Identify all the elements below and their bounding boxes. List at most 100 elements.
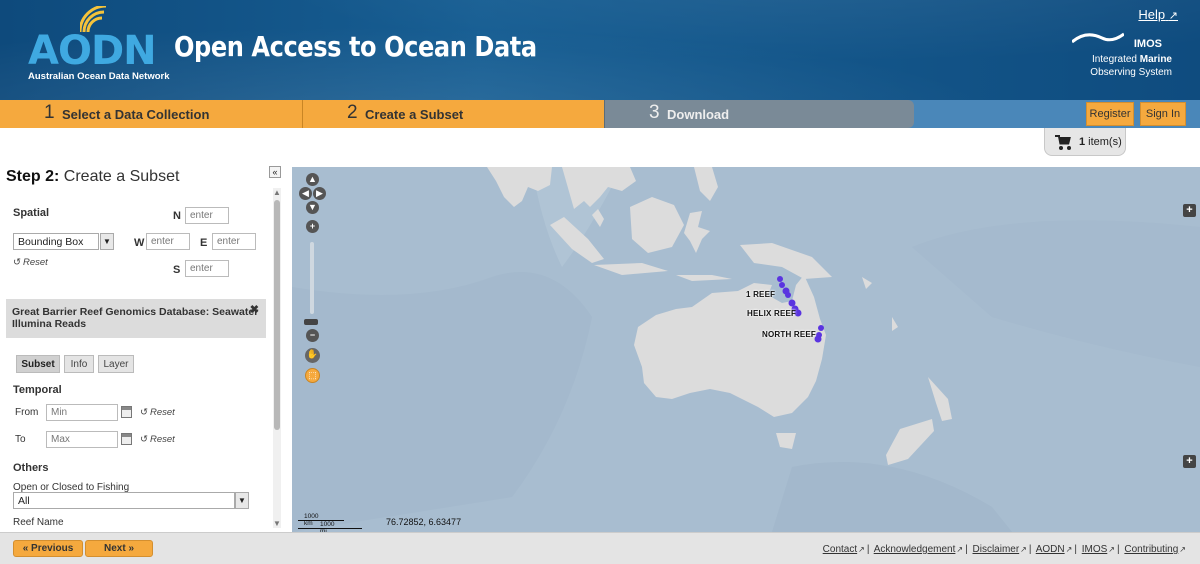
tab-subset[interactable]: Subset [16,355,60,373]
cart-button[interactable]: 1 item(s) [1044,128,1126,156]
pan-right-icon[interactable]: ▶ [313,187,326,200]
mouse-coordinates: 76.72852, 6.63477 [386,517,462,527]
cart-count: 1 [1079,135,1086,148]
step-label: Select a Data Collection [62,106,210,122]
west-input[interactable]: enter [146,233,190,250]
reset-icon: ↺ [13,257,21,268]
external-link-icon: ↗ [858,545,865,554]
scroll-thumb[interactable] [274,200,280,430]
fishing-select[interactable]: All [13,492,235,509]
step-label: Download [667,106,730,122]
spatial-reset-link[interactable]: ↺ Reset [13,257,48,268]
reef-label: NORTH REEF [762,330,816,339]
step-number: 3 [649,102,660,123]
tab-layer[interactable]: Layer [98,355,134,373]
others-label: Others [13,462,49,474]
south-label: S [173,264,181,276]
collection-header: Great Barrier Reef Genomics Database: Se… [6,299,266,338]
step-number: 1 [44,102,55,123]
north-input[interactable]: enter [185,207,229,224]
external-link-icon: ↗ [1179,545,1186,554]
imos-line1: Integrated Marine [1092,54,1172,65]
south-input[interactable]: enter [185,260,229,277]
site-header: AODN Australian Ocean Data Network Open … [0,0,1200,100]
pan-left-icon[interactable]: ◀ [299,187,312,200]
east-label: E [200,237,208,249]
date-to-input[interactable]: Max [46,431,118,448]
cart-icon [1055,134,1073,150]
subset-panel: Step 2: Create a Subset « ▲ ▼ Spatial N … [0,160,290,532]
overview-map-icon[interactable]: + [1183,455,1196,468]
footer-link-aodn[interactable]: AODN [1036,544,1065,555]
reef-name-label: Reef Name [13,517,64,528]
external-link-icon: ↗ [1065,545,1073,554]
panel-title-text: Create a Subset [63,168,180,185]
aodn-logo[interactable]: AODN Australian Ocean Data Network [28,6,170,84]
east-input[interactable]: enter [212,233,256,250]
box-select-icon[interactable]: ⬚ [305,368,320,383]
external-link-icon: ↗ [1168,10,1178,22]
zoom-in-icon[interactable]: + [306,220,319,233]
close-icon[interactable]: ✖ [250,304,259,316]
panel-scrollbar[interactable]: ▲ ▼ [273,188,281,528]
layer-switcher-icon[interactable]: + [1183,204,1196,217]
spatial-mode-select[interactable]: Bounding Box [13,233,99,250]
zoom-out-icon[interactable]: − [306,329,319,342]
reef-label: HELIX REEF [747,309,797,318]
footer-link-imos[interactable]: IMOS [1082,544,1108,555]
site-title: Open Access to Ocean Data [174,30,537,63]
sign-in-button[interactable]: Sign In [1140,102,1186,126]
footer-link-contact[interactable]: Contact [823,544,857,555]
scroll-down-icon[interactable]: ▼ [273,519,281,528]
footer-link-disclaimer[interactable]: Disclaimer [973,544,1020,555]
imos-name: IMOS [1133,38,1162,50]
date-from-reset-link[interactable]: ↺ Reset [140,407,175,418]
steps-bar: 1 Select a Data Collection 2 Create a Su… [0,100,1200,128]
imos-line2: Observing System [1090,67,1172,78]
step-number: 2 [347,102,358,123]
imos-logo[interactable]: IMOS Integrated Marine Observing System [1072,30,1172,82]
spatial-label: Spatial [13,207,50,219]
next-button[interactable]: Next » [85,540,153,557]
reset-label: Reset [149,434,175,445]
to-label: To [15,434,26,445]
chevron-down-icon[interactable]: ▼ [235,492,249,509]
north-label: N [173,210,181,222]
step-download[interactable]: 3 Download [604,100,914,128]
external-link-icon: ↗ [1020,545,1027,554]
tab-info[interactable]: Info [64,355,94,373]
footer-links: Contact↗ | Acknowledgement↗ | Disclaimer↗ |… [822,544,1186,555]
footer: « Previous Next » Contact↗ | Acknowledgem… [0,532,1200,564]
date-from-input[interactable]: Min [46,404,118,421]
pan-up-icon[interactable]: ▲ [306,173,319,186]
reef-label: 1 REEF [746,290,776,299]
footer-link-acknowledgement[interactable]: Acknowledgement [874,544,956,555]
zoom-slider-handle[interactable] [304,319,318,325]
temporal-label: Temporal [13,384,62,396]
help-link[interactable]: Help ↗ [1138,7,1178,22]
imos-wave-icon [1072,32,1124,44]
zoom-slider-track[interactable] [310,242,314,314]
collection-name: Great Barrier Reef Genomics Database: Se… [12,306,259,330]
calendar-icon[interactable] [121,433,132,445]
register-button[interactable]: Register [1086,102,1134,126]
logo-wordmark: AODN [28,28,157,74]
pan-hand-icon[interactable]: ✋ [305,348,320,363]
step-create-subset[interactable]: 2 Create a Subset [302,100,612,128]
map-view[interactable]: ▲ ◀ ▶ ▼ + − ✋ ⬚ 1 REEF HELIX REEF NORTH … [292,167,1200,532]
calendar-icon[interactable] [121,406,132,418]
footer-link-contributing[interactable]: Contributing [1124,544,1178,555]
panel-title-step: Step 2: [6,168,60,185]
logo-subtitle: Australian Ocean Data Network [28,71,170,82]
reset-label: Reset [22,257,48,268]
scale-mi: 1000 mi [320,521,335,532]
collapse-panel-button[interactable]: « [269,166,281,178]
scroll-up-icon[interactable]: ▲ [273,188,281,197]
external-link-icon: ↗ [956,545,964,554]
pan-down-icon[interactable]: ▼ [306,201,319,214]
previous-button[interactable]: « Previous [13,540,83,557]
chevron-down-icon[interactable]: ▼ [100,233,114,250]
date-to-reset-link[interactable]: ↺ Reset [140,434,175,445]
imos-integrated: Integrated [1091,54,1137,65]
step-select-collection[interactable]: 1 Select a Data Collection [0,100,310,128]
